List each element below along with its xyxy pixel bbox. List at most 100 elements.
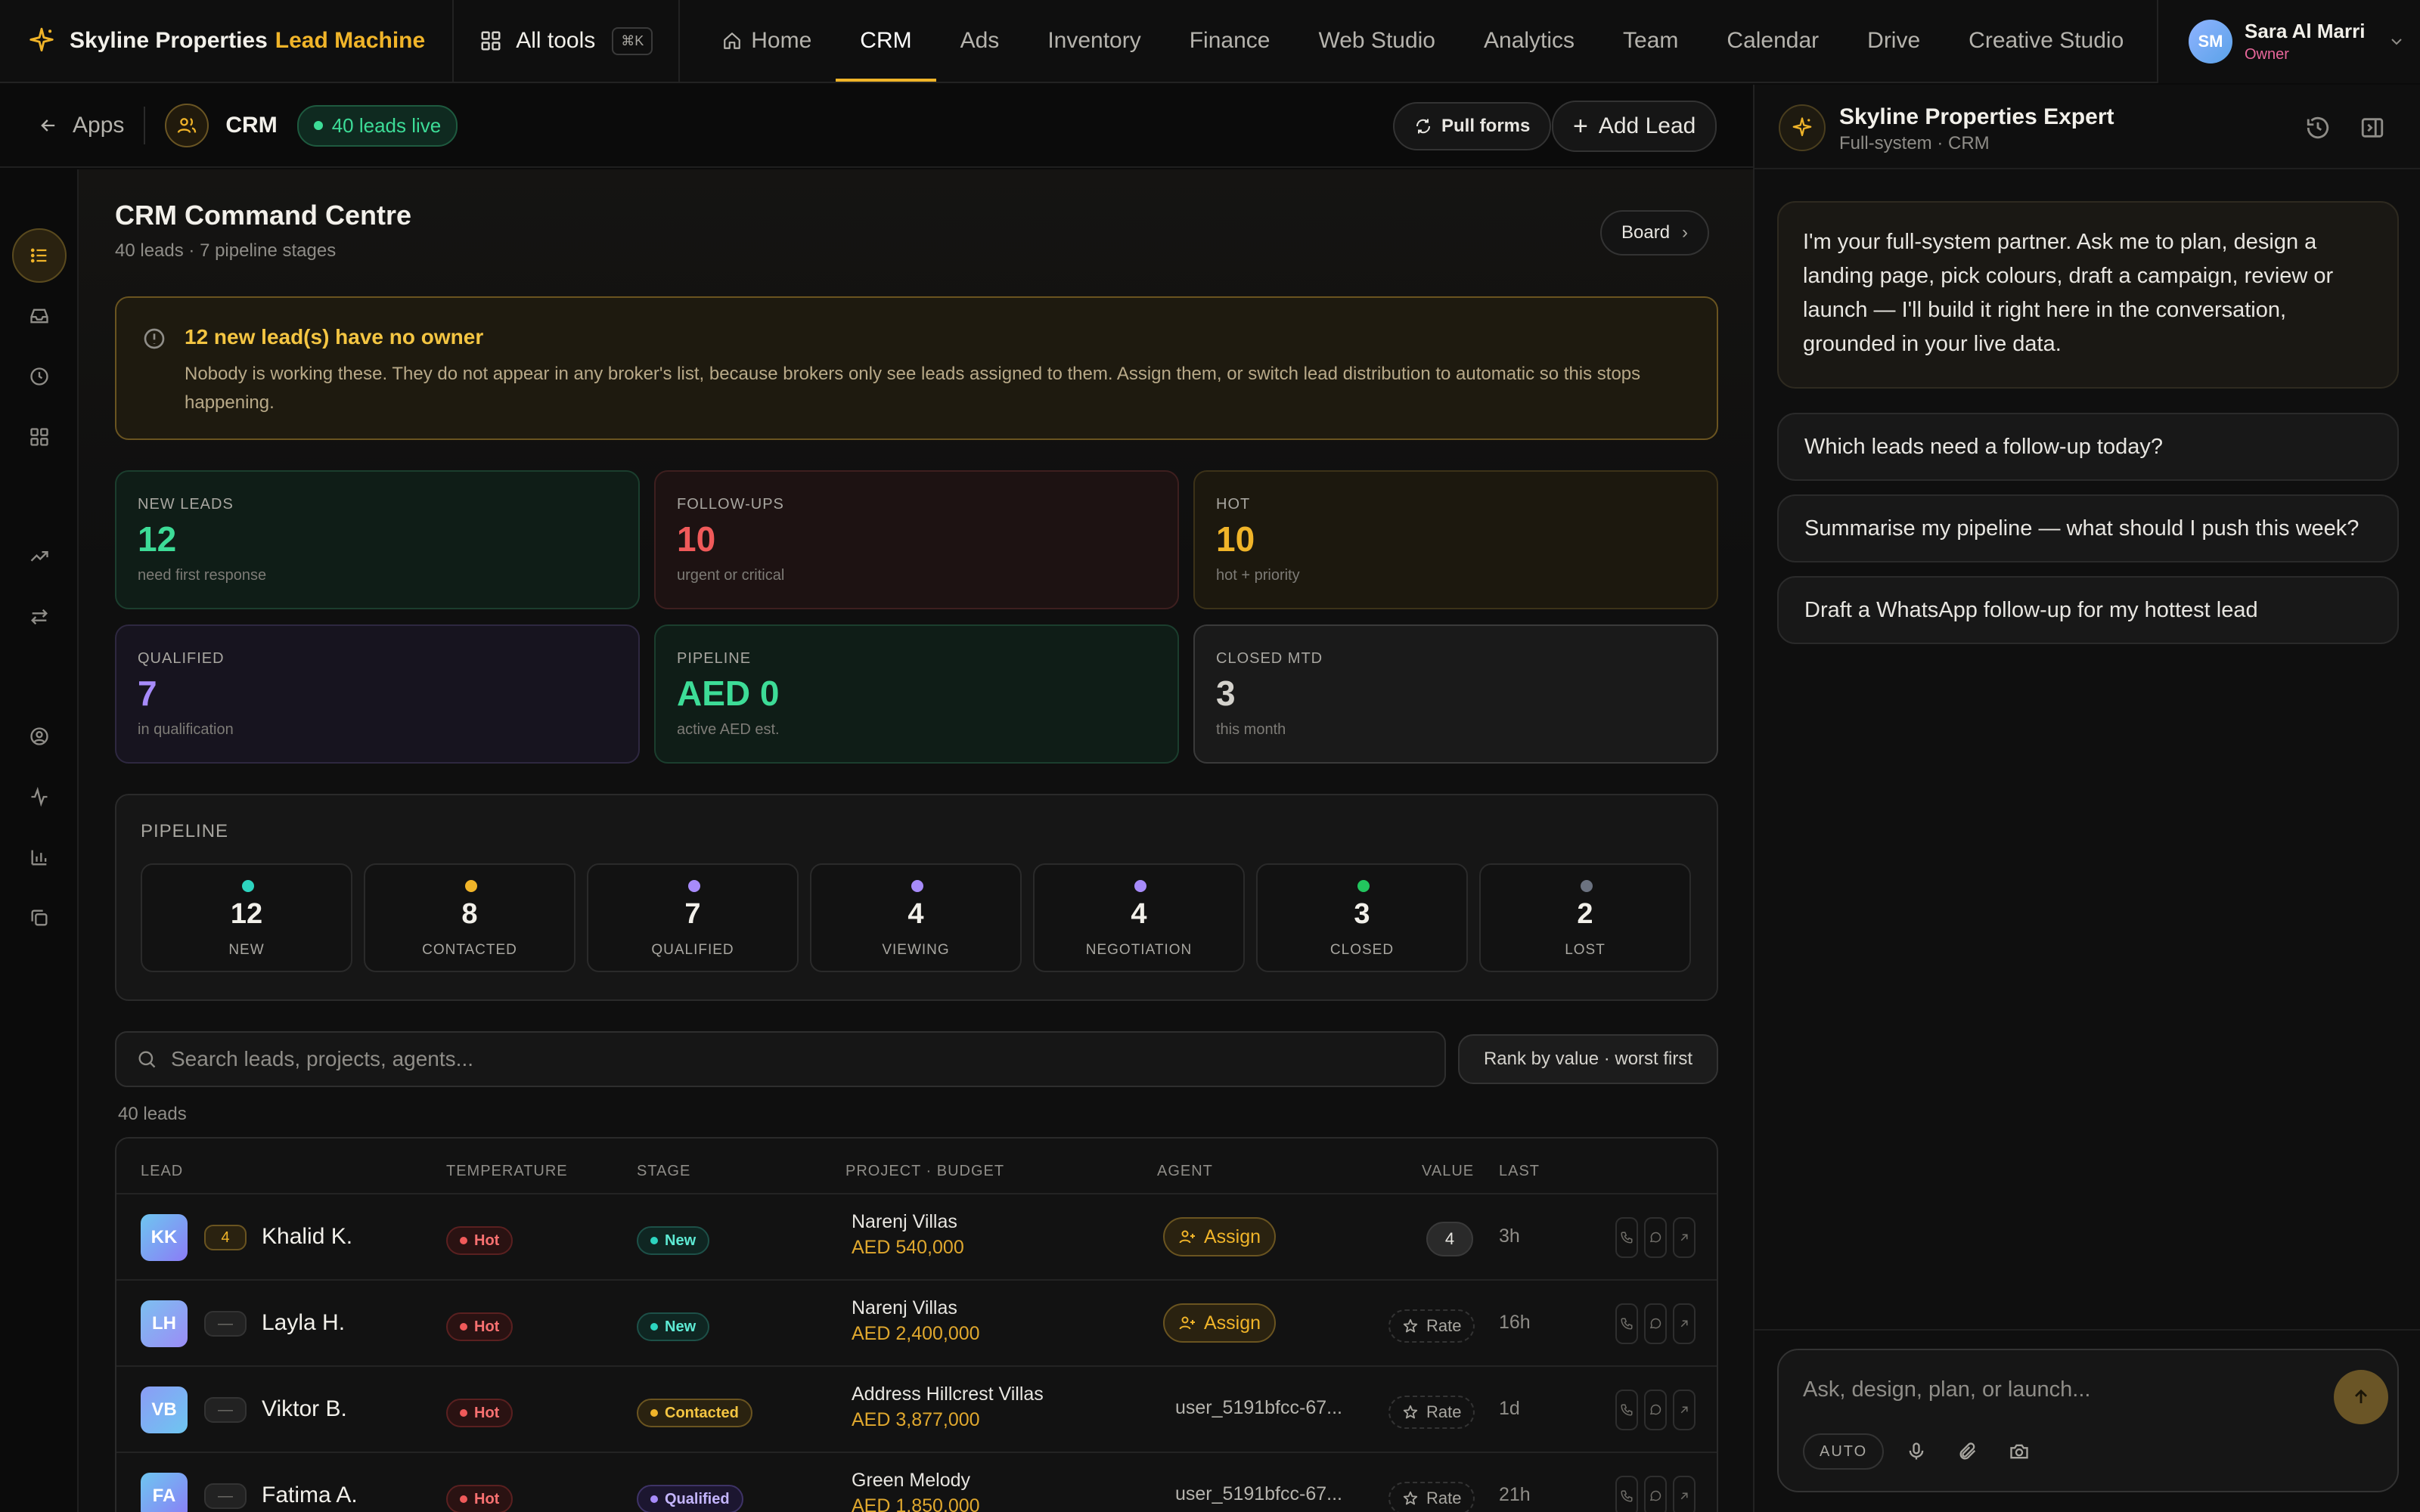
nav-creative-studio[interactable]: Creative Studio xyxy=(1944,0,2148,82)
live-leads-badge: 40 leads live xyxy=(296,104,458,147)
camera-icon[interactable] xyxy=(2009,1441,2030,1462)
pull-forms-button[interactable]: Pull forms xyxy=(1393,102,1552,150)
assistant-intro-message: I'm your full-system partner. Ask me to … xyxy=(1777,201,2399,389)
user-menu[interactable]: SM Sara Al Marri Owner xyxy=(2157,0,2420,83)
call-button[interactable] xyxy=(1615,1390,1638,1430)
rail-history[interactable] xyxy=(24,361,54,392)
stat-value: AED 0 xyxy=(677,674,780,713)
open-button[interactable] xyxy=(1673,1476,1696,1512)
rail-reports[interactable] xyxy=(24,842,54,872)
col-stage[interactable]: STAGE xyxy=(637,1163,690,1180)
col-lead[interactable]: LEAD xyxy=(141,1163,183,1180)
rail-trends[interactable] xyxy=(24,541,54,572)
history-icon[interactable] xyxy=(2305,115,2331,141)
suggestion-chip[interactable]: Summarise my pipeline — what should I pu… xyxy=(1777,494,2399,562)
open-button[interactable] xyxy=(1673,1390,1696,1430)
rail-inbox[interactable] xyxy=(24,301,54,331)
nav-ads[interactable]: Ads xyxy=(936,0,1024,82)
call-button[interactable] xyxy=(1615,1217,1638,1258)
stat-qualified[interactable]: QUALIFIED 7 in qualification xyxy=(115,624,640,764)
back-to-apps[interactable]: Apps xyxy=(38,113,124,138)
stage-qualified[interactable]: 7 QUALIFIED xyxy=(587,863,799,972)
nav-finance[interactable]: Finance xyxy=(1165,0,1295,82)
message-button[interactable] xyxy=(1644,1303,1667,1344)
col-project-budget[interactable]: PROJECT · BUDGET xyxy=(845,1163,1004,1180)
chat-input[interactable] xyxy=(1803,1377,2287,1402)
rail-list[interactable] xyxy=(12,228,67,283)
lead-name[interactable]: Viktor B. xyxy=(262,1396,347,1422)
rail-transfer[interactable] xyxy=(24,602,54,632)
microphone-icon[interactable] xyxy=(1906,1441,1927,1462)
col-temperature[interactable]: TEMPERATURE xyxy=(446,1163,568,1180)
message-button[interactable] xyxy=(1644,1217,1667,1258)
nav-home[interactable]: Home xyxy=(698,0,836,82)
lead-avatar: VB xyxy=(141,1387,188,1433)
lead-name[interactable]: Khalid K. xyxy=(262,1224,352,1250)
stat-closed-mtd[interactable]: CLOSED MTD 3 this month xyxy=(1193,624,1718,764)
table-row[interactable]: KK 4 Khalid K. Hot New Narenj Villas AED… xyxy=(116,1193,1717,1279)
sub-bar: Apps CRM 40 leads live Pull forms + Add … xyxy=(0,85,1753,168)
message-button[interactable] xyxy=(1644,1476,1667,1512)
rate-button[interactable]: Rate xyxy=(1388,1482,1475,1512)
lead-score: — xyxy=(204,1397,247,1423)
search-input[interactable] xyxy=(171,1047,1411,1071)
nav-crm[interactable]: CRM xyxy=(836,0,936,82)
rank-sort-button[interactable]: Rank by value · worst first xyxy=(1458,1034,1718,1084)
stage-viewing[interactable]: 4 VIEWING xyxy=(810,863,1022,972)
suggestion-chip[interactable]: Draft a WhatsApp follow-up for my hottes… xyxy=(1777,576,2399,644)
stat-hot[interactable]: HOT 10 hot + priority xyxy=(1193,470,1718,609)
nav-web-studio[interactable]: Web Studio xyxy=(1294,0,1460,82)
lead-name[interactable]: Layla H. xyxy=(262,1310,345,1336)
stage-closed[interactable]: 3 CLOSED xyxy=(1256,863,1468,972)
stage-badge: New xyxy=(637,1226,710,1255)
stat-pipeline[interactable]: PIPELINE AED 0 active AED est. xyxy=(654,624,1179,764)
nav-inventory[interactable]: Inventory xyxy=(1023,0,1165,82)
table-row[interactable]: FA — Fatima A. Hot Qualified Green Melod… xyxy=(116,1452,1717,1512)
stage-lost[interactable]: 2 LOST xyxy=(1479,863,1691,972)
phone-icon xyxy=(1621,1232,1633,1244)
rail-apps[interactable] xyxy=(24,422,54,452)
value-badge: 4 xyxy=(1426,1222,1473,1256)
message-button[interactable] xyxy=(1644,1390,1667,1430)
col-last[interactable]: LAST xyxy=(1499,1163,1540,1180)
collapse-panel-icon[interactable] xyxy=(2360,115,2385,141)
stage-new[interactable]: 12 NEW xyxy=(141,863,352,972)
nav-drive[interactable]: Drive xyxy=(1843,0,1944,82)
stat-follow-ups[interactable]: FOLLOW-UPS 10 urgent or critical xyxy=(654,470,1179,609)
lead-name[interactable]: Fatima A. xyxy=(262,1483,358,1508)
rate-button[interactable]: Rate xyxy=(1388,1396,1475,1429)
nav-team[interactable]: Team xyxy=(1599,0,1702,82)
nav-calendar[interactable]: Calendar xyxy=(1702,0,1843,82)
stage-contacted[interactable]: 8 CONTACTED xyxy=(364,863,576,972)
open-button[interactable] xyxy=(1673,1217,1696,1258)
call-button[interactable] xyxy=(1615,1303,1638,1344)
agent-name: user_5191bfcc-67... xyxy=(1175,1397,1342,1418)
grid-icon xyxy=(481,31,501,51)
rate-button[interactable]: Rate xyxy=(1388,1309,1475,1343)
auto-mode-toggle[interactable]: AUTO xyxy=(1803,1433,1885,1470)
stat-new-leads[interactable]: NEW LEADS 12 need first response xyxy=(115,470,640,609)
board-view-button[interactable]: Board › xyxy=(1600,210,1710,256)
rail-copy[interactable] xyxy=(24,903,54,933)
stat-note: active AED est. xyxy=(677,721,780,738)
brand[interactable]: Skyline Properties Lead Machine xyxy=(0,0,455,82)
stage-negotiation[interactable]: 4 NEGOTIATION xyxy=(1033,863,1245,972)
add-lead-button[interactable]: + Add Lead xyxy=(1552,101,1717,152)
col-agent[interactable]: AGENT xyxy=(1157,1163,1213,1180)
all-tools-button[interactable]: All tools ⌘K xyxy=(454,0,681,82)
rail-activity[interactable] xyxy=(24,782,54,812)
paperclip-icon[interactable] xyxy=(1957,1441,1978,1462)
col-value[interactable]: VALUE xyxy=(1422,1163,1474,1180)
nav-analytics[interactable]: Analytics xyxy=(1460,0,1599,82)
table-row[interactable]: LH — Layla H. Hot New Narenj Villas AED … xyxy=(116,1279,1717,1365)
plus-icon: + xyxy=(1573,111,1588,141)
rail-profile[interactable] xyxy=(24,721,54,751)
stat-label: HOT xyxy=(1216,496,1251,513)
open-button[interactable] xyxy=(1673,1303,1696,1344)
assign-button[interactable]: Assign xyxy=(1163,1217,1277,1256)
table-row[interactable]: VB — Viktor B. Hot Contacted Address Hil… xyxy=(116,1365,1717,1452)
call-button[interactable] xyxy=(1615,1476,1638,1512)
suggestion-chip[interactable]: Which leads need a follow-up today? xyxy=(1777,413,2399,481)
send-button[interactable] xyxy=(2334,1370,2388,1424)
assign-button[interactable]: Assign xyxy=(1163,1303,1277,1343)
